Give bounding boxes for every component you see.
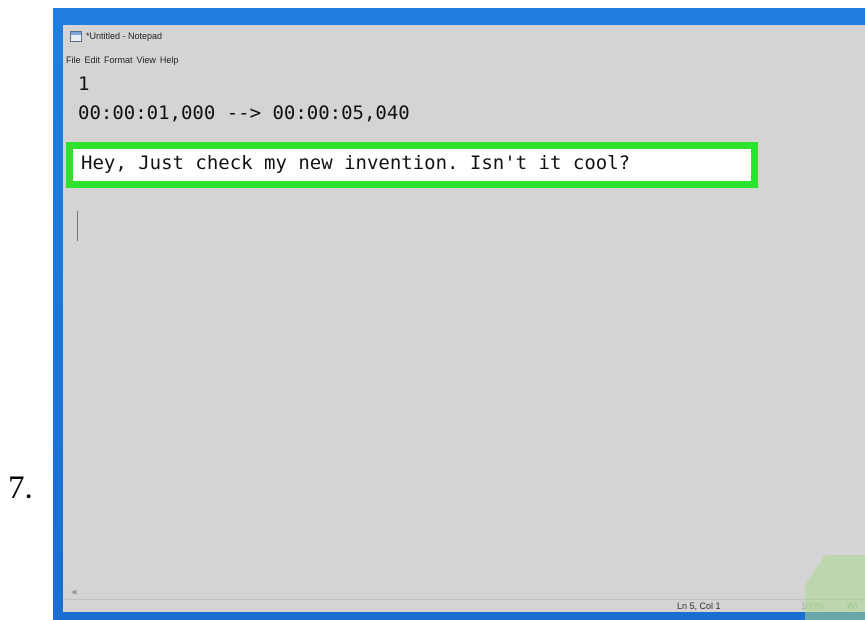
highlighted-subtitle-box: Hey, Just check my new invention. Isn't …	[66, 142, 758, 188]
notepad-icon	[70, 30, 82, 42]
editor-line-sequence: 1	[78, 73, 90, 95]
horizontal-scrollbar[interactable]: ◀	[63, 588, 865, 599]
menu-format[interactable]: Format	[104, 55, 133, 65]
notepad-window: *Untitled - Notepad File Edit Format Vie…	[63, 25, 865, 612]
step-number: 7.	[8, 470, 33, 506]
text-caret	[77, 211, 78, 241]
status-cursor-position: Ln 5, Col 1	[677, 601, 721, 611]
editor-line-subtitle-text: Hey, Just check my new invention. Isn't …	[81, 152, 631, 174]
menu-bar: File Edit Format View Help	[63, 53, 182, 67]
menu-view[interactable]: View	[137, 55, 156, 65]
menu-file[interactable]: File	[66, 55, 81, 65]
text-editor[interactable]: 1 00:00:01,000 --> 00:00:05,040 Hey, Jus…	[63, 68, 865, 588]
menu-help[interactable]: Help	[160, 55, 179, 65]
title-bar[interactable]: *Untitled - Notepad	[63, 25, 865, 47]
menu-edit[interactable]: Edit	[85, 55, 101, 65]
scroll-left-arrow-icon[interactable]: ◀	[71, 588, 76, 596]
editor-line-timestamp: 00:00:01,000 --> 00:00:05,040	[78, 102, 410, 124]
desktop-screen: *Untitled - Notepad File Edit Format Vie…	[53, 8, 865, 620]
status-bar: Ln 5, Col 1 100% Wi	[63, 599, 865, 612]
window-title: *Untitled - Notepad	[86, 31, 163, 41]
